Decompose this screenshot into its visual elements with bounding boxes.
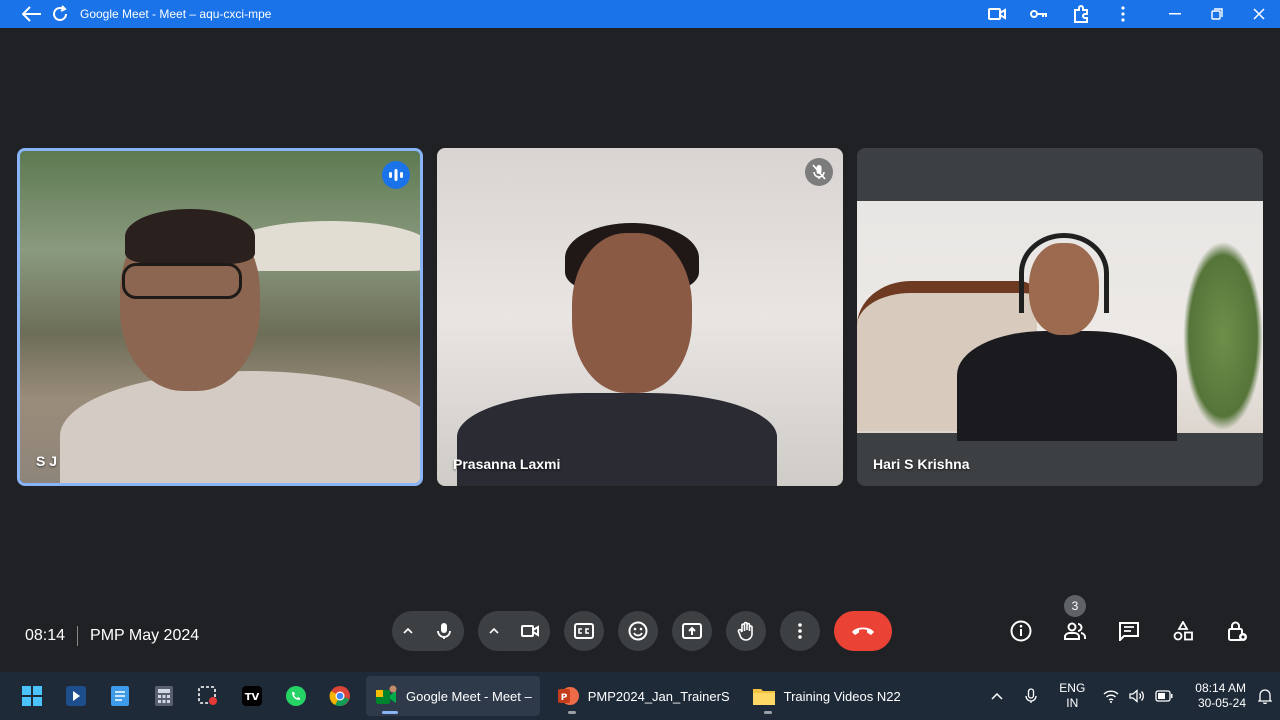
people-button[interactable]: 3 bbox=[1052, 595, 1098, 651]
volume-icon[interactable] bbox=[1129, 689, 1145, 703]
back-arrow-icon[interactable] bbox=[18, 0, 46, 28]
participant-tile[interactable]: Hari S Krishna bbox=[857, 148, 1263, 486]
reload-icon[interactable] bbox=[46, 0, 74, 28]
input-language-indicator[interactable]: ENG IN bbox=[1059, 681, 1085, 711]
leave-call-button[interactable] bbox=[834, 611, 892, 651]
extension-icon[interactable] bbox=[1060, 0, 1102, 28]
present-screen-button[interactable] bbox=[672, 611, 712, 651]
svg-text:TV: TV bbox=[245, 692, 260, 703]
running-indicator bbox=[763, 711, 772, 714]
clock-time: 08:14 AM bbox=[1195, 681, 1246, 695]
taskbar-app-explorer[interactable]: Training Videos N22 bbox=[744, 676, 909, 716]
participant-video bbox=[857, 201, 1263, 441]
participant-tile[interactable]: Prasanna Laxmi bbox=[437, 148, 843, 486]
meeting-time: 08:14 bbox=[25, 627, 66, 644]
clock-date: 30-05-24 bbox=[1197, 696, 1246, 710]
participant-video bbox=[20, 151, 420, 483]
region-code: IN bbox=[1066, 696, 1079, 710]
more-options-icon[interactable] bbox=[780, 611, 820, 651]
window-title: Google Meet - Meet – aqu-cxci-mpe bbox=[80, 7, 272, 21]
tradingview-icon[interactable]: TV bbox=[230, 672, 274, 720]
taskbar-app-label: Training Videos N22 bbox=[783, 688, 901, 704]
chat-button[interactable] bbox=[1106, 611, 1152, 651]
video-settings-chevron-up-icon[interactable] bbox=[478, 611, 510, 651]
folder-icon bbox=[752, 689, 775, 705]
key-icon[interactable] bbox=[1018, 0, 1060, 28]
camera-button[interactable] bbox=[510, 611, 550, 651]
wifi-icon[interactable] bbox=[1103, 689, 1119, 703]
taskbar-app-powerpoint[interactable]: P PMP2024_Jan_TrainerS bbox=[548, 676, 738, 716]
participant-name: Hari S Krishna bbox=[873, 456, 970, 472]
raise-hand-button[interactable] bbox=[726, 611, 766, 651]
meeting-stage: S J Prasanna Laxmi Hari S Krishna 08:14 … bbox=[0, 28, 1280, 672]
more-vert-icon[interactable] bbox=[1102, 0, 1144, 28]
system-tray: ENG IN 08:14 AM 30-05-24 bbox=[987, 672, 1272, 720]
restore-icon[interactable] bbox=[1196, 0, 1238, 28]
speaking-indicator-icon bbox=[382, 161, 410, 189]
show-hidden-icons-chevron-icon[interactable] bbox=[987, 692, 1007, 700]
participant-name: Prasanna Laxmi bbox=[453, 456, 561, 472]
whatsapp-icon[interactable] bbox=[274, 672, 318, 720]
notepad-icon[interactable] bbox=[98, 672, 142, 720]
video-editor-icon[interactable] bbox=[54, 672, 98, 720]
participant-count-badge: 3 bbox=[1064, 595, 1086, 617]
start-menu-icon[interactable] bbox=[10, 672, 54, 720]
meeting-info-button[interactable] bbox=[998, 611, 1044, 651]
emoji-reaction-button[interactable] bbox=[618, 611, 658, 651]
windows-taskbar: TV Google Meet - Meet – P PMP2024_Jan_Tr… bbox=[0, 672, 1280, 720]
mic-tray-icon[interactable] bbox=[1021, 688, 1041, 704]
language-code: ENG bbox=[1059, 681, 1086, 695]
notifications-bell-icon[interactable] bbox=[1258, 688, 1272, 704]
microphone-control bbox=[392, 611, 464, 651]
meet-icon bbox=[376, 685, 397, 704]
taskbar-app-meet[interactable]: Google Meet - Meet – bbox=[366, 676, 540, 716]
call-controls bbox=[392, 610, 892, 652]
svg-text:P: P bbox=[560, 693, 567, 703]
taskbar-app-label: Google Meet - Meet – bbox=[406, 688, 532, 704]
meeting-details: 08:14 PMP May 2024 bbox=[25, 622, 199, 650]
running-indicator bbox=[567, 711, 576, 714]
system-clock[interactable]: 08:14 AM 30-05-24 bbox=[1195, 681, 1246, 711]
chrome-icon[interactable] bbox=[318, 672, 362, 720]
mic-off-icon bbox=[805, 158, 833, 186]
divider bbox=[77, 626, 79, 646]
active-indicator bbox=[382, 711, 398, 714]
close-icon[interactable] bbox=[1238, 0, 1280, 28]
host-controls-button[interactable] bbox=[1214, 611, 1260, 651]
powerpoint-icon: P bbox=[557, 687, 579, 705]
camera-control bbox=[478, 611, 550, 651]
window-titlebar: Google Meet - Meet – aqu-cxci-mpe bbox=[0, 0, 1280, 28]
minimize-icon[interactable] bbox=[1154, 0, 1196, 28]
camera-permission-icon[interactable] bbox=[976, 0, 1018, 28]
microphone-button[interactable] bbox=[424, 611, 464, 651]
participant-name: S J bbox=[36, 453, 58, 469]
participant-video bbox=[437, 148, 843, 486]
captions-button[interactable] bbox=[564, 611, 604, 651]
audio-settings-chevron-up-icon[interactable] bbox=[392, 611, 424, 651]
participant-tile[interactable]: S J bbox=[17, 148, 423, 486]
activities-button[interactable] bbox=[1160, 611, 1206, 651]
side-controls: 3 bbox=[998, 595, 1260, 652]
taskbar-app-label: PMP2024_Jan_TrainerS bbox=[587, 688, 730, 704]
battery-icon[interactable] bbox=[1155, 690, 1173, 702]
meeting-name: PMP May 2024 bbox=[90, 627, 200, 644]
calculator-icon[interactable] bbox=[142, 672, 186, 720]
snipping-tool-icon[interactable] bbox=[186, 672, 230, 720]
